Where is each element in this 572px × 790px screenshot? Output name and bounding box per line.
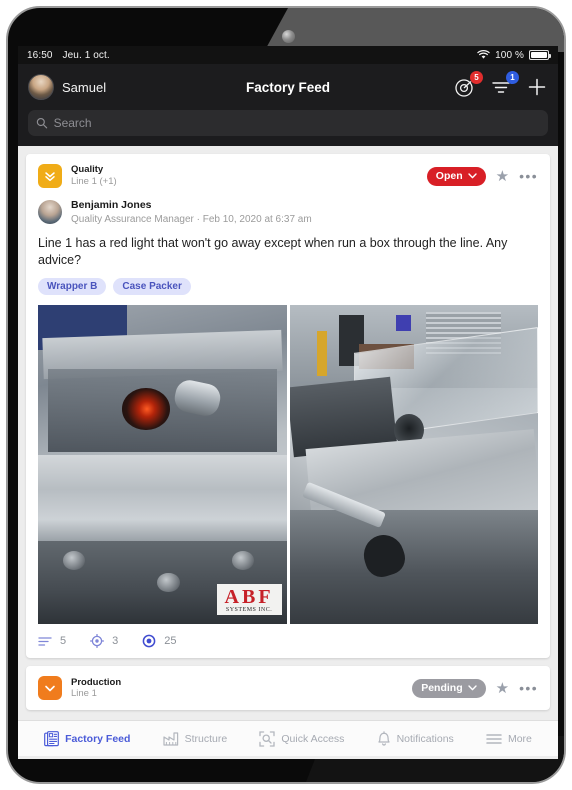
- hamburger-icon: [486, 733, 502, 744]
- header-row: Samuel Factory Feed 5 1: [28, 70, 548, 104]
- feed-document-icon: [44, 730, 59, 746]
- plus-icon: [528, 78, 546, 96]
- chevron-down-icon: [38, 676, 62, 701]
- abf-logo-sub: SYSTEMS INC.: [225, 606, 273, 613]
- card-header-actions: Open ★ •••: [426, 166, 538, 186]
- filter-button[interactable]: 1: [490, 71, 519, 98]
- tab-quick-access[interactable]: Quick Access: [259, 730, 345, 747]
- bottom-tab-bar: Factory Feed Structure Quick Access Noti…: [18, 720, 558, 756]
- double-chevron-down-icon: [38, 164, 62, 188]
- author-avatar[interactable]: [38, 200, 62, 225]
- header-actions: 5 1: [454, 71, 548, 98]
- card-header: Quality Line 1 (+1) Open ★ •••: [38, 164, 538, 188]
- card-category-text: Quality Line 1 (+1): [71, 164, 117, 188]
- abf-logo: ABF SYSTEMS INC.: [216, 583, 282, 615]
- card-location: Line 1: [71, 688, 97, 700]
- author-meta: Quality Assurance Manager · Feb 10, 2020…: [71, 213, 312, 225]
- card-category-text: Production Line 1: [71, 677, 121, 701]
- status-bar-right: 100 %: [477, 49, 551, 61]
- factory-icon: [163, 731, 178, 746]
- stat-views[interactable]: 25: [142, 634, 177, 648]
- comments-icon: [38, 637, 52, 646]
- search-input[interactable]: [53, 116, 540, 130]
- card-header-actions: Pending ★ •••: [412, 678, 538, 698]
- battery-icon: [529, 50, 551, 60]
- add-button[interactable]: [526, 76, 548, 98]
- author-name: Benjamin Jones: [71, 199, 152, 211]
- user-name: Samuel: [62, 79, 107, 95]
- chevron-down-icon: [467, 685, 477, 691]
- photo-conveyor-line[interactable]: [289, 305, 538, 625]
- abf-logo-text: ABF: [224, 585, 274, 608]
- tab-label: More: [507, 732, 532, 745]
- tab-label: Quick Access: [281, 732, 345, 745]
- stat-value: 25: [164, 635, 177, 648]
- tag-chip[interactable]: Wrapper B: [38, 278, 107, 296]
- tab-structure[interactable]: Structure: [163, 731, 228, 746]
- card-category: Quality: [71, 164, 104, 176]
- tab-more[interactable]: More: [486, 733, 532, 745]
- tab-label: Factory Feed: [65, 732, 131, 745]
- author-text: Benjamin Jones Quality Assurance Manager…: [71, 199, 312, 226]
- app-header: Samuel Factory Feed 5 1 Search: [18, 64, 558, 146]
- more-dots-button[interactable]: •••: [519, 681, 538, 695]
- avatar[interactable]: [28, 74, 54, 100]
- tab-factory-feed[interactable]: Factory Feed: [44, 730, 131, 747]
- front-camera-icon: [282, 30, 295, 43]
- tag-chip[interactable]: Case Packer: [113, 278, 191, 296]
- favorite-star-button[interactable]: ★: [496, 681, 509, 696]
- tab-notifications[interactable]: Notifications: [377, 730, 454, 747]
- author-row: Benjamin Jones Quality Assurance Manager…: [38, 199, 538, 226]
- wifi-icon: [477, 50, 490, 59]
- tab-label: Notifications: [396, 732, 454, 745]
- status-time: 16:50: [27, 49, 53, 61]
- photo-machine-red-light[interactable]: ABF SYSTEMS INC.: [38, 305, 287, 625]
- stat-value: 3: [112, 635, 119, 648]
- card-category: Production: [71, 676, 122, 688]
- tag-list: Wrapper B Case Packer: [38, 278, 538, 296]
- filter-badge: 1: [506, 71, 519, 84]
- feed-card-quality[interactable]: Quality Line 1 (+1) Open ★ ••• Benjamin …: [26, 154, 550, 659]
- card-header: Production Line 1 Pending ★ •••: [38, 676, 538, 701]
- feed-card-production[interactable]: Production Line 1 Pending ★ •••: [26, 666, 550, 711]
- card-location: Line 1 (+1): [71, 176, 117, 187]
- feed-list[interactable]: Quality Line 1 (+1) Open ★ ••• Benjamin …: [18, 146, 558, 720]
- profile-button[interactable]: Samuel: [28, 74, 106, 100]
- device-screen: 16:50 Jeu. 1 oct. 100 % Samuel Factory F…: [18, 46, 558, 759]
- chevron-down-icon: [467, 173, 477, 179]
- stat-value: 5: [60, 635, 67, 648]
- status-label: Open: [435, 170, 463, 182]
- battery-percent: 100 %: [495, 49, 524, 61]
- more-dots-button[interactable]: •••: [519, 169, 538, 183]
- tablet-device-frame: 16:50 Jeu. 1 oct. 100 % Samuel Factory F…: [6, 6, 566, 784]
- search-bar[interactable]: [28, 110, 548, 136]
- status-badge[interactable]: Pending: [412, 678, 486, 698]
- radar-badge: 5: [470, 71, 483, 84]
- search-icon: [36, 117, 48, 129]
- post-body: Line 1 has a red light that won't go awa…: [38, 235, 508, 267]
- views-icon: [142, 635, 156, 648]
- favorite-star-button[interactable]: ★: [496, 169, 509, 184]
- status-label: Pending: [421, 682, 463, 695]
- stat-target[interactable]: 3: [90, 634, 119, 649]
- photo-grid: ABF SYSTEMS INC.: [38, 305, 538, 625]
- radar-button[interactable]: 5: [454, 71, 483, 98]
- status-badge[interactable]: Open: [426, 166, 486, 186]
- scan-search-icon: [259, 730, 276, 747]
- card-stats: 5 3 25: [38, 634, 538, 649]
- status-bar: 16:50 Jeu. 1 oct. 100 %: [18, 46, 558, 64]
- status-date: Jeu. 1 oct.: [62, 49, 110, 61]
- stat-comments[interactable]: 5: [38, 635, 66, 647]
- bell-icon: [377, 730, 390, 746]
- tab-label: Structure: [184, 732, 228, 745]
- target-icon: [90, 634, 105, 649]
